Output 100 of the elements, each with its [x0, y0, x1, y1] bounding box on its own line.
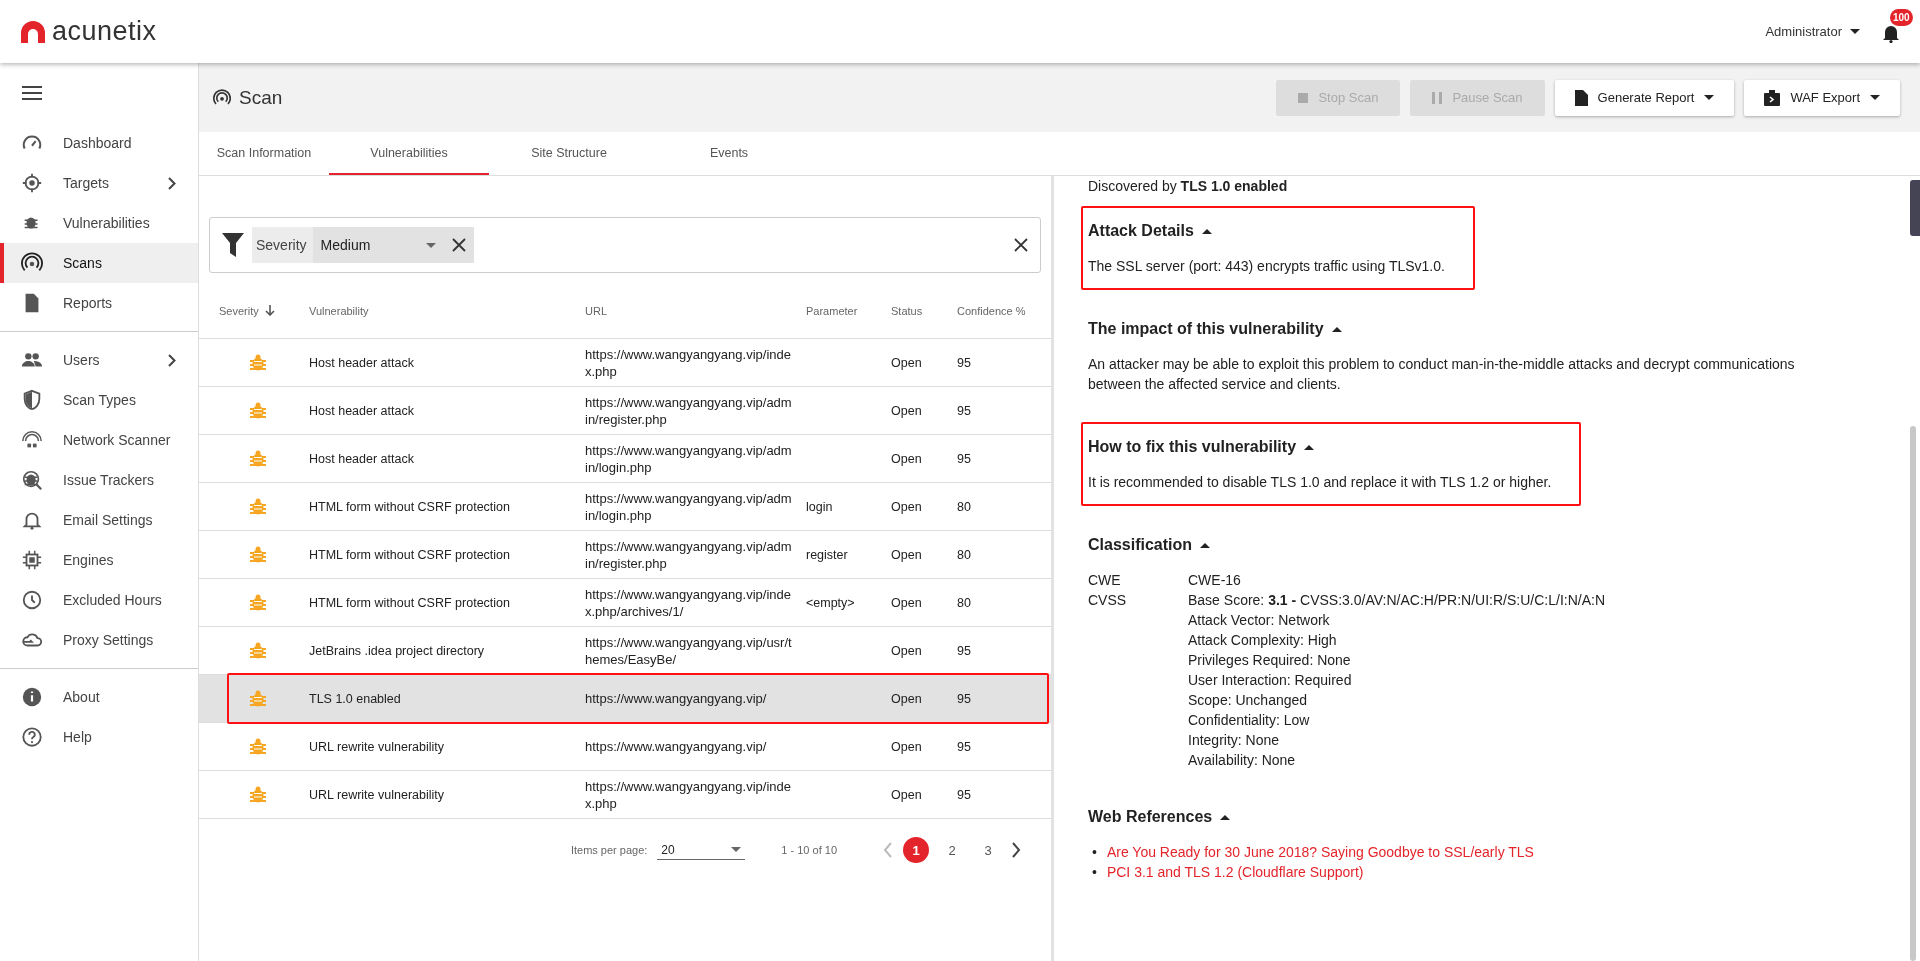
- sidebar-item[interactable]: Vulnerabilities: [0, 203, 198, 243]
- page-button[interactable]: 1: [903, 837, 929, 863]
- page-title: Scan: [239, 86, 283, 109]
- column-header[interactable]: URL: [585, 304, 792, 317]
- table-row[interactable]: URL rewrite vulnerability https://www.wangyangyang.vip/ Open 95: [199, 723, 1051, 771]
- toolbar-button[interactable]: Generate Report: [1554, 79, 1735, 116]
- column-header[interactable]: Severity: [199, 304, 309, 317]
- classification-value: Scope: Unchanged: [1188, 691, 1309, 710]
- filter-icon[interactable]: [222, 233, 244, 257]
- discovered-by-text: Discovered by TLS 1.0 enabled: [1088, 178, 1289, 194]
- classification-value: Attack Complexity: High: [1188, 631, 1338, 650]
- scrollbar-thumb[interactable]: [1910, 426, 1916, 961]
- table-cell: <empty>: [806, 595, 855, 610]
- table-cell-text: Open: [891, 451, 923, 466]
- filter-label: Severity: [252, 227, 313, 263]
- table-cell-text: Open: [891, 355, 923, 370]
- bug-icon: [250, 641, 266, 660]
- table-cell-text: JetBrains .idea project directory: [309, 643, 486, 658]
- severity-dropdown[interactable]: Medium: [312, 237, 444, 253]
- radar-icon: [213, 88, 231, 107]
- help-icon: [21, 726, 43, 748]
- toolbar-button[interactable]: WAF Export: [1744, 79, 1900, 116]
- sidebar-item[interactable]: Reports: [0, 283, 198, 323]
- table-row[interactable]: URL rewrite vulnerability https://www.wangyangyang.vip/index.php Open 95: [199, 771, 1051, 819]
- next-page-icon[interactable]: [1011, 842, 1021, 858]
- table-cell-text: Open: [891, 739, 923, 754]
- column-header[interactable]: Confidence %: [957, 304, 1027, 317]
- sidebar-item[interactable]: Excluded Hours: [0, 580, 198, 620]
- stop-icon: [1298, 92, 1309, 103]
- sidebar-item[interactable]: Email Settings: [0, 500, 198, 540]
- table-cell: https://www.wangyangyang.vip/index.php: [585, 777, 792, 812]
- table-cell-text: Open: [891, 595, 923, 610]
- table-cell: https://www.wangyangyang.vip/usr/themes/EasyBe/: [585, 633, 792, 668]
- close-icon[interactable]: [1014, 238, 1028, 252]
- user-menu[interactable]: Administrator: [1759, 23, 1866, 40]
- tab[interactable]: Scan Information: [199, 132, 329, 175]
- section-header[interactable]: Web References: [1088, 802, 1534, 826]
- table-row[interactable]: HTML form without CSRF protection https://www.wangyangyang.vip/index.php/archives/1/ <empty> Open 80: [199, 579, 1051, 627]
- table-cell-text: Open: [891, 787, 923, 802]
- sidebar-item[interactable]: Targets: [0, 163, 198, 203]
- sidebar-item[interactable]: Scans: [0, 243, 198, 283]
- table-cell-text: 80: [957, 547, 972, 562]
- sidebar-item[interactable]: Users: [0, 340, 198, 380]
- bugsearch-icon: [21, 469, 43, 491]
- table-row[interactable]: Host header attack https://www.wangyangyang.vip/admin/register.php Open 95: [199, 387, 1051, 435]
- table-cell-text: 95: [957, 643, 972, 658]
- chevron-right-icon: [168, 353, 176, 367]
- reference-link[interactable]: Are You Ready for 30 June 2018? Saying Goodbye to SSL/early TLS: [1106, 844, 1534, 860]
- reference-link[interactable]: PCI 3.1 and TLS 1.2 (Cloudflare Support): [1106, 864, 1364, 880]
- section-header[interactable]: How to fix this vulnerability: [1088, 432, 1552, 456]
- section-header[interactable]: Classification: [1088, 530, 1606, 554]
- column-header[interactable]: Status: [891, 304, 957, 317]
- items-per-page-label: Items per page:: [570, 844, 648, 856]
- column-header[interactable]: Vulnerability: [309, 304, 585, 317]
- page-button[interactable]: 2: [939, 837, 965, 863]
- briefcase-icon: [1764, 89, 1781, 106]
- table-cell-text: 95: [957, 451, 972, 466]
- sidebar-item[interactable]: Network Scanner: [0, 420, 198, 460]
- table-row[interactable]: HTML form without CSRF protection https://www.wangyangyang.vip/admin/login.php login Open 80: [199, 483, 1051, 531]
- table-cell-text: 80: [957, 595, 972, 610]
- column-header[interactable]: Parameter: [806, 304, 891, 317]
- pause-icon: [1432, 91, 1443, 104]
- bug-icon: [250, 785, 266, 804]
- sidebar-item[interactable]: Help: [0, 717, 198, 757]
- sidebar-item[interactable]: Proxy Settings: [0, 620, 198, 660]
- section-text: The SSL server (port: 443) encrypts traffic using TLSv1.0.: [1088, 257, 1445, 276]
- sort-arrow-icon: [264, 305, 275, 316]
- classification-label: CVSS: [1088, 591, 1128, 610]
- table-cell: https://www.wangyangyang.vip/admin/login.php: [585, 441, 792, 476]
- sidebar-item[interactable]: Engines: [0, 540, 198, 580]
- table-cell-text: 80: [957, 499, 972, 514]
- table-row[interactable]: Host header attack https://www.wangyangyang.vip/admin/login.php Open 95: [199, 435, 1051, 483]
- tab[interactable]: Vulnerabilities: [329, 132, 489, 175]
- side-handle[interactable]: [1910, 180, 1920, 236]
- table-cell-text: HTML form without CSRF protection: [309, 499, 511, 514]
- table-row[interactable]: HTML form without CSRF protection https://www.wangyangyang.vip/admin/register.php register Open 80: [199, 531, 1051, 579]
- table-cell-text: URL rewrite vulnerability: [309, 739, 445, 754]
- bug-icon: [250, 737, 266, 756]
- table-row[interactable]: TLS 1.0 enabled https://www.wangyangyang.vip/ Open 95: [199, 675, 1051, 723]
- classification-value: User Interaction: Required: [1188, 671, 1353, 690]
- classification-value: Availability: None: [1188, 751, 1297, 770]
- tab[interactable]: Events: [649, 132, 809, 175]
- page-button[interactable]: 3: [975, 837, 1001, 863]
- items-per-page-dropdown[interactable]: 20: [657, 840, 746, 860]
- table-cell-text: 95: [957, 355, 972, 370]
- sidebar-item[interactable]: About: [0, 677, 198, 717]
- table-row[interactable]: Host header attack https://www.wangyangyang.vip/index.php Open 95: [199, 339, 1051, 387]
- tab[interactable]: Site Structure: [489, 132, 649, 175]
- section-header[interactable]: Attack Details: [1088, 216, 1445, 240]
- sidebar-item[interactable]: Dashboard: [0, 123, 198, 163]
- sidebar-item[interactable]: Issue Trackers: [0, 460, 198, 500]
- bug-icon: [250, 545, 266, 564]
- sidebar-item[interactable]: Scan Types: [0, 380, 198, 420]
- remove-filter-icon[interactable]: [451, 238, 466, 252]
- section-text: An attacker may be able to exploit this problem to conduct man-in-the-middle attacks and decrypt communications between the affected service and clients.: [1088, 355, 1796, 394]
- table-cell: https://www.wangyangyang.vip/index.php/archives/1/: [585, 585, 792, 620]
- section-header[interactable]: The impact of this vulnerability: [1088, 314, 1850, 338]
- menu-icon[interactable]: [22, 86, 42, 100]
- clock-icon: [21, 589, 43, 611]
- table-cell-text: Host header attack: [309, 451, 415, 466]
